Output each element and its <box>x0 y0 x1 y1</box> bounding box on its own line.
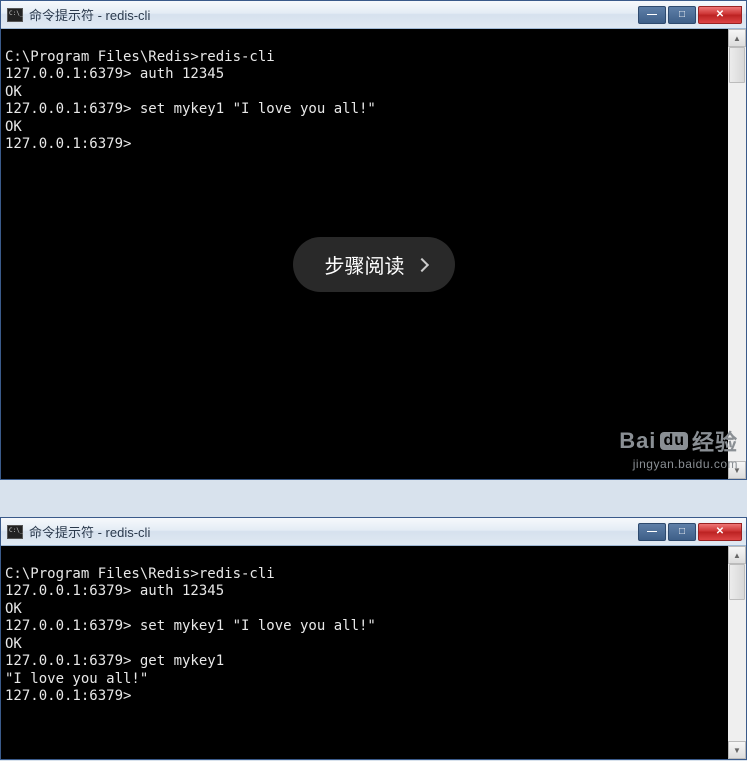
scroll-track[interactable] <box>728 564 746 741</box>
minimize-button[interactable]: — <box>638 523 666 541</box>
scroll-up-button[interactable]: ▲ <box>728 29 746 47</box>
scroll-thumb[interactable] <box>729 564 745 600</box>
terminal-line: 127.0.0.1:6379> set mykey1 "I love you a… <box>5 101 376 117</box>
chevron-right-icon <box>414 257 428 271</box>
terminal-line: 127.0.0.1:6379> get mykey1 <box>5 653 224 669</box>
terminal-line: OK <box>5 601 22 617</box>
cmd-icon <box>7 525 23 539</box>
scroll-up-button[interactable]: ▲ <box>728 546 746 564</box>
scroll-down-button[interactable]: ▼ <box>728 741 746 759</box>
cmd-window-2: 命令提示符 - redis-cli — □ ✕ C:\Program Files… <box>0 517 747 760</box>
scroll-track[interactable] <box>728 47 746 461</box>
close-button[interactable]: ✕ <box>698 523 742 541</box>
maximize-button[interactable]: □ <box>668 6 696 24</box>
minimize-button[interactable]: — <box>638 6 666 24</box>
terminal-output[interactable]: C:\Program Files\Redis>redis-cli 127.0.0… <box>1 546 728 759</box>
window-title: 命令提示符 - redis-cli <box>29 522 638 541</box>
maximize-button[interactable]: □ <box>668 523 696 541</box>
terminal-line: 127.0.0.1:6379> <box>5 136 131 152</box>
window-controls: — □ ✕ <box>638 6 742 24</box>
terminal-line: C:\Program Files\Redis>redis-cli <box>5 49 275 65</box>
titlebar[interactable]: 命令提示符 - redis-cli — □ ✕ <box>1 1 746 29</box>
terminal-line: 127.0.0.1:6379> set mykey1 "I love you a… <box>5 618 376 634</box>
step-read-label: 步骤阅读 <box>325 250 405 279</box>
close-button[interactable]: ✕ <box>698 6 742 24</box>
terminal-line: C:\Program Files\Redis>redis-cli <box>5 566 275 582</box>
terminal-area: C:\Program Files\Redis>redis-cli 127.0.0… <box>1 546 746 759</box>
window-controls: — □ ✕ <box>638 523 742 541</box>
cmd-window-1: 命令提示符 - redis-cli — □ ✕ C:\Program Files… <box>0 0 747 480</box>
terminal-line: OK <box>5 119 22 135</box>
titlebar[interactable]: 命令提示符 - redis-cli — □ ✕ <box>1 518 746 546</box>
scroll-down-button[interactable]: ▼ <box>728 461 746 479</box>
terminal-line: OK <box>5 84 22 100</box>
scrollbar[interactable]: ▲ ▼ <box>728 29 746 479</box>
scrollbar[interactable]: ▲ ▼ <box>728 546 746 759</box>
cmd-icon <box>7 8 23 22</box>
window-title: 命令提示符 - redis-cli <box>29 5 638 24</box>
scroll-thumb[interactable] <box>729 47 745 83</box>
terminal-line: OK <box>5 636 22 652</box>
terminal-line: 127.0.0.1:6379> auth 12345 <box>5 66 224 82</box>
terminal-line: 127.0.0.1:6379> auth 12345 <box>5 583 224 599</box>
step-read-button[interactable]: 步骤阅读 <box>293 237 455 292</box>
terminal-line: "I love you all!" <box>5 671 148 687</box>
terminal-line: 127.0.0.1:6379> <box>5 688 131 704</box>
